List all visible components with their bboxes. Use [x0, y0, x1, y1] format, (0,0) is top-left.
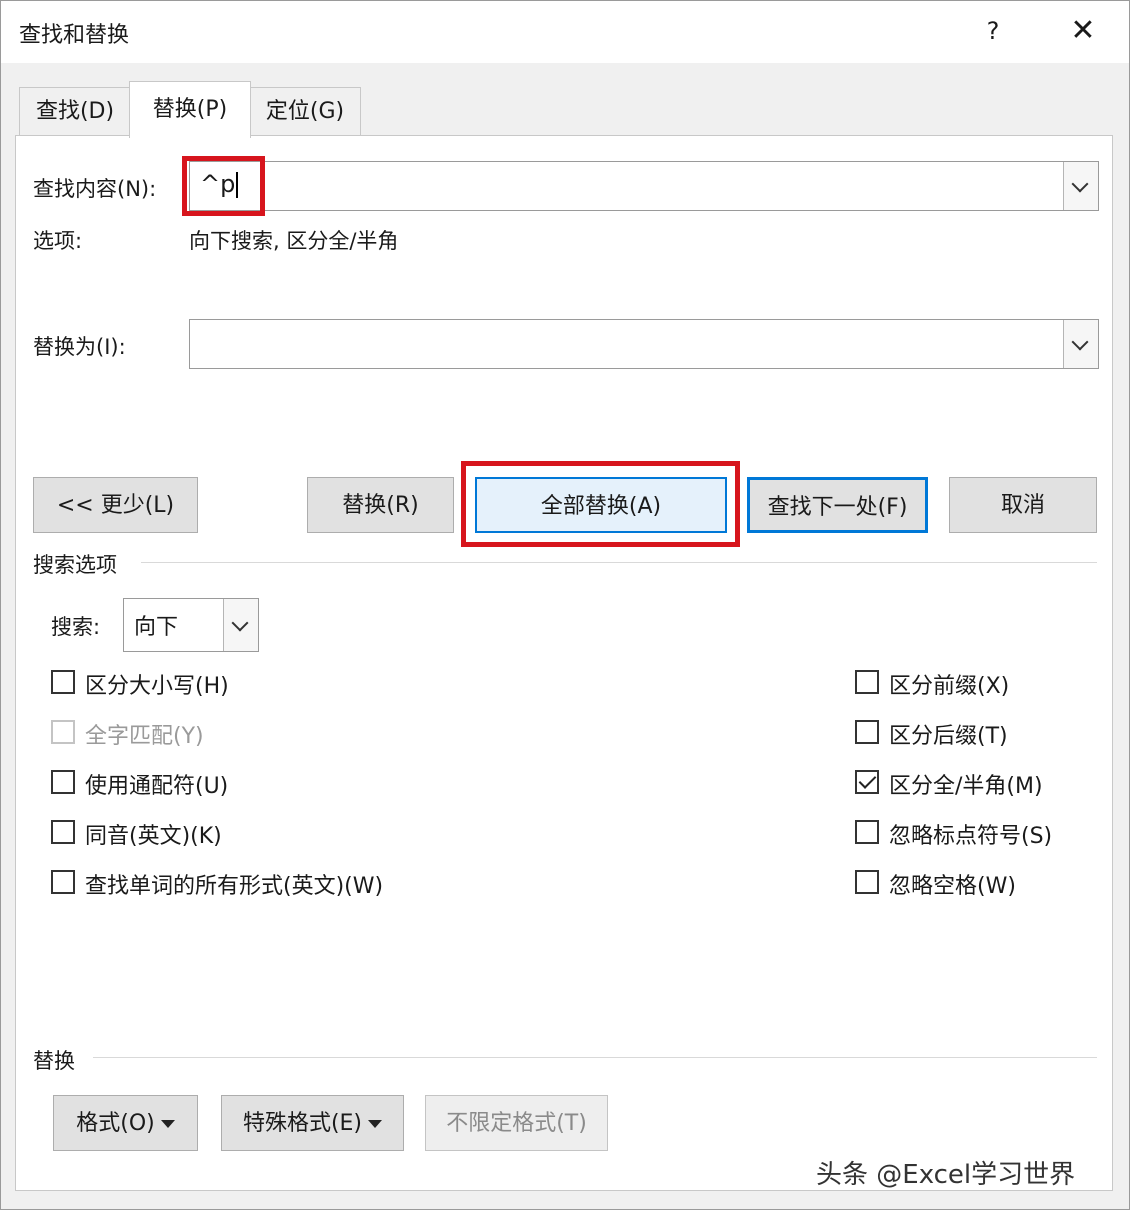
options-value: 向下搜索, 区分全/半角 — [189, 229, 399, 253]
find-dropdown-button[interactable] — [1063, 162, 1098, 210]
checkbox-label-whole-word: 全字匹配(Y) — [85, 724, 204, 749]
tab-replace[interactable]: 替换(P) — [129, 81, 251, 138]
checkbox-label-match-case[interactable]: 区分大小写(H) — [85, 668, 229, 700]
checkbox-wildcards[interactable] — [51, 770, 75, 794]
replace-dropdown-button[interactable] — [1063, 320, 1098, 368]
options-label: 选项: — [33, 229, 83, 253]
checkbox-match-width[interactable] — [855, 770, 879, 794]
checkbox-ignore-space[interactable] — [855, 870, 879, 894]
replace-section-heading: 替换 — [33, 1049, 75, 1073]
replace-button[interactable]: 替换(R) — [307, 477, 454, 533]
checkbox-word-forms[interactable] — [51, 870, 75, 894]
close-button[interactable]: ✕ — [1061, 11, 1105, 51]
replace-panel — [15, 135, 1113, 1191]
checkbox-label-wildcards[interactable]: 使用通配符(U) — [85, 768, 228, 800]
chevron-down-icon — [1071, 175, 1089, 193]
tab-find[interactable]: 查找(D) — [19, 87, 131, 136]
search-direction-value: 向下 — [134, 615, 179, 640]
checkbox-label-word-forms[interactable]: 查找单词的所有形式(英文)(W) — [85, 868, 383, 900]
watermark: 头条 @Excel学习世界 — [816, 1160, 1076, 1190]
no-formatting-button: 不限定格式(T) — [425, 1095, 608, 1151]
cancel-button[interactable]: 取消 — [949, 477, 1097, 533]
checkbox-sounds-like[interactable] — [51, 820, 75, 844]
checkbox-label-ignore-punctuation[interactable]: 忽略标点符号(S) — [889, 818, 1052, 850]
search-options-heading: 搜索选项 — [33, 553, 117, 577]
help-button[interactable]: ? — [973, 11, 1013, 51]
dropdown-arrow-icon — [160, 1120, 175, 1128]
replace-label: 替换为(I): — [33, 335, 126, 359]
format-button[interactable]: 格式(O) — [53, 1095, 198, 1151]
checkbox-label-match-width[interactable]: 区分全/半角(M) — [889, 768, 1043, 800]
replace-input[interactable] — [189, 319, 1099, 369]
checkbox-match-suffix[interactable] — [855, 720, 879, 744]
search-direction-label: 搜索: — [51, 615, 101, 639]
section-divider — [141, 562, 1097, 563]
title-bar: 查找和替换 ? ✕ — [1, 1, 1129, 63]
special-format-button[interactable]: 特殊格式(E) — [221, 1095, 404, 1151]
section-divider — [93, 1057, 1097, 1058]
checkbox-match-prefix[interactable] — [855, 670, 879, 694]
checkbox-label-ignore-space[interactable]: 忽略空格(W) — [889, 868, 1016, 900]
checkbox-label-match-prefix[interactable]: 区分前缀(X) — [889, 668, 1009, 700]
chevron-down-icon — [1071, 333, 1089, 351]
highlight-box-find — [182, 156, 265, 216]
format-button-label: 格式(O) — [76, 1111, 155, 1136]
tab-goto[interactable]: 定位(G) — [249, 87, 361, 136]
chevron-down-icon — [231, 614, 249, 632]
less-button[interactable]: << 更少(L) — [33, 477, 198, 533]
dropdown-arrow-icon — [368, 1120, 383, 1128]
find-replace-dialog: 查找和替换 ? ✕ 查找(D) 替换(P) 定位(G) 查找内容(N): ^p … — [0, 0, 1130, 1210]
search-direction-select[interactable]: 向下 — [123, 598, 259, 652]
find-label: 查找内容(N): — [33, 177, 157, 201]
checkbox-label-sounds-like[interactable]: 同音(英文)(K) — [85, 818, 222, 850]
find-next-button[interactable]: 查找下一处(F) — [747, 477, 928, 533]
checkbox-ignore-punctuation[interactable] — [855, 820, 879, 844]
highlight-box-replace-all — [461, 461, 740, 547]
dialog-title: 查找和替换 — [19, 23, 130, 48]
checkbox-match-case[interactable] — [51, 670, 75, 694]
search-direction-dropdown-button[interactable] — [223, 599, 258, 651]
find-input[interactable]: ^p — [189, 161, 1099, 211]
special-format-button-label: 特殊格式(E) — [242, 1111, 363, 1136]
checkbox-label-match-suffix[interactable]: 区分后缀(T) — [889, 718, 1008, 750]
checkbox-whole-word — [51, 720, 75, 744]
